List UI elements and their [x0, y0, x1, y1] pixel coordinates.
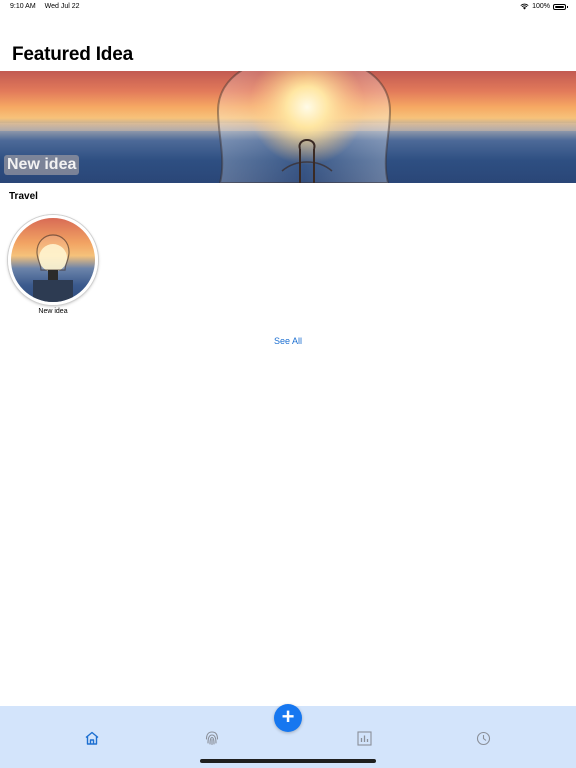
status-date: Wed Jul 22: [44, 3, 80, 10]
fingerprint-icon: [205, 731, 219, 746]
add-idea-button[interactable]: +: [274, 704, 302, 732]
page-title: Featured Idea: [12, 44, 133, 65]
lightbulb-thumbnail-image: [33, 234, 73, 302]
battery-icon: [553, 3, 568, 10]
battery-percent: 100%: [532, 3, 550, 10]
featured-idea-title: New idea: [4, 155, 80, 175]
tab-fingerprint[interactable]: [200, 728, 224, 748]
status-bar: 9:10 AM Wed Jul 22 100%: [0, 0, 576, 14]
status-time: 9:10 AM: [10, 3, 36, 10]
idea-thumbnail[interactable]: [8, 215, 98, 305]
tab-stats[interactable]: [352, 728, 376, 748]
idea-card[interactable]: New idea: [8, 215, 98, 315]
home-indicator: [200, 759, 376, 763]
see-all-link[interactable]: See All: [0, 336, 576, 346]
featured-idea-banner[interactable]: New idea: [0, 71, 576, 183]
tab-home[interactable]: [80, 728, 104, 748]
idea-name: New idea: [38, 308, 68, 315]
home-icon: [85, 731, 99, 745]
tab-settings[interactable]: [471, 728, 495, 748]
clock-icon: [476, 731, 490, 745]
lightbulb-image: [0, 71, 576, 183]
category-title: Travel: [9, 191, 38, 202]
wifi-icon: [520, 3, 529, 10]
chart-icon: [356, 730, 372, 746]
